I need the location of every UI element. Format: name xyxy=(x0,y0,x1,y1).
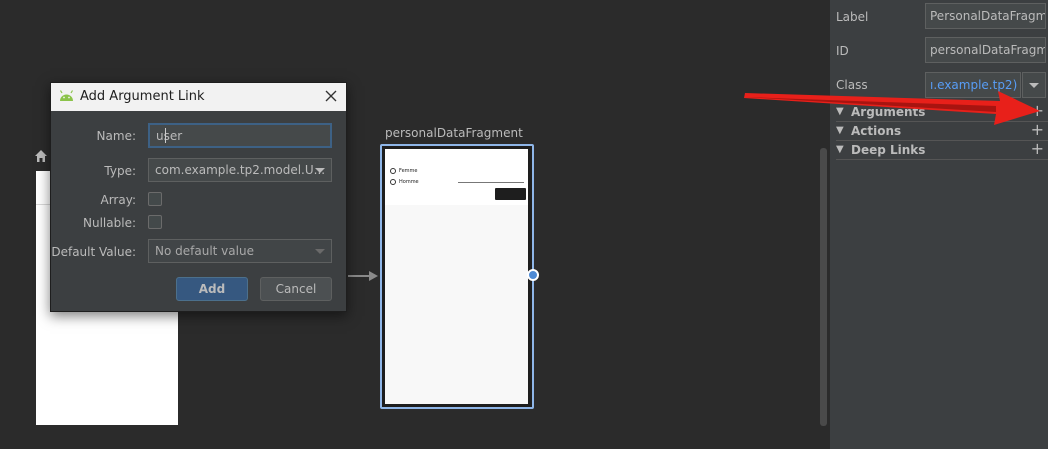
radio-femme xyxy=(390,168,396,174)
preview-text-field xyxy=(458,182,524,183)
type-select[interactable]: com.example.tp2.model.U... xyxy=(148,158,332,182)
text-caret xyxy=(165,128,166,143)
close-icon[interactable] xyxy=(323,88,339,104)
home-icon xyxy=(35,150,47,162)
radio-homme xyxy=(390,179,396,185)
default-value-text: No default value xyxy=(155,244,254,258)
add-button[interactable]: Add xyxy=(176,277,248,301)
chevron-down-icon xyxy=(315,249,325,254)
action-arrow-head xyxy=(369,271,378,281)
preview-button xyxy=(495,188,526,200)
id-field[interactable]: personalDataFragment xyxy=(925,37,1046,63)
cancel-button[interactable]: Cancel xyxy=(260,277,332,301)
annotation-arrow xyxy=(744,91,1040,125)
triangle-down-icon: ▼ xyxy=(836,144,844,155)
nullable-label: Nullable: xyxy=(83,216,136,230)
id-label: ID xyxy=(836,44,849,58)
radio-homme-label: Homme xyxy=(399,179,419,185)
type-select-value: com.example.tp2.model.U... xyxy=(155,163,326,177)
action-handle[interactable] xyxy=(527,269,539,281)
label-label: Label xyxy=(836,10,869,24)
plus-icon[interactable]: + xyxy=(1031,139,1044,158)
chevron-down-icon xyxy=(315,168,325,173)
default-value-label: Default Value: xyxy=(51,245,136,259)
dialog-title: Add Argument Link xyxy=(80,89,205,104)
array-checkbox[interactable] xyxy=(148,192,162,206)
default-value-select[interactable]: No default value xyxy=(148,239,332,263)
section-deep-links[interactable]: ▼ Deep Links + xyxy=(836,139,1048,160)
label-field[interactable]: PersonalDataFragment xyxy=(925,3,1046,29)
canvas-scrollbar[interactable] xyxy=(820,148,827,426)
nullable-checkbox[interactable] xyxy=(148,215,162,229)
section-deep-links-label: Deep Links xyxy=(851,143,926,157)
attributes-panel xyxy=(830,0,1048,449)
type-label: Type: xyxy=(104,164,136,178)
array-label: Array: xyxy=(100,193,137,207)
android-icon xyxy=(59,90,74,101)
name-label: Name: xyxy=(96,129,136,143)
name-input[interactable]: user xyxy=(148,123,332,148)
radio-femme-label: Femme xyxy=(399,168,418,174)
action-arrow-line[interactable] xyxy=(348,275,370,277)
fragment-title: personalDataFragment xyxy=(385,126,523,140)
